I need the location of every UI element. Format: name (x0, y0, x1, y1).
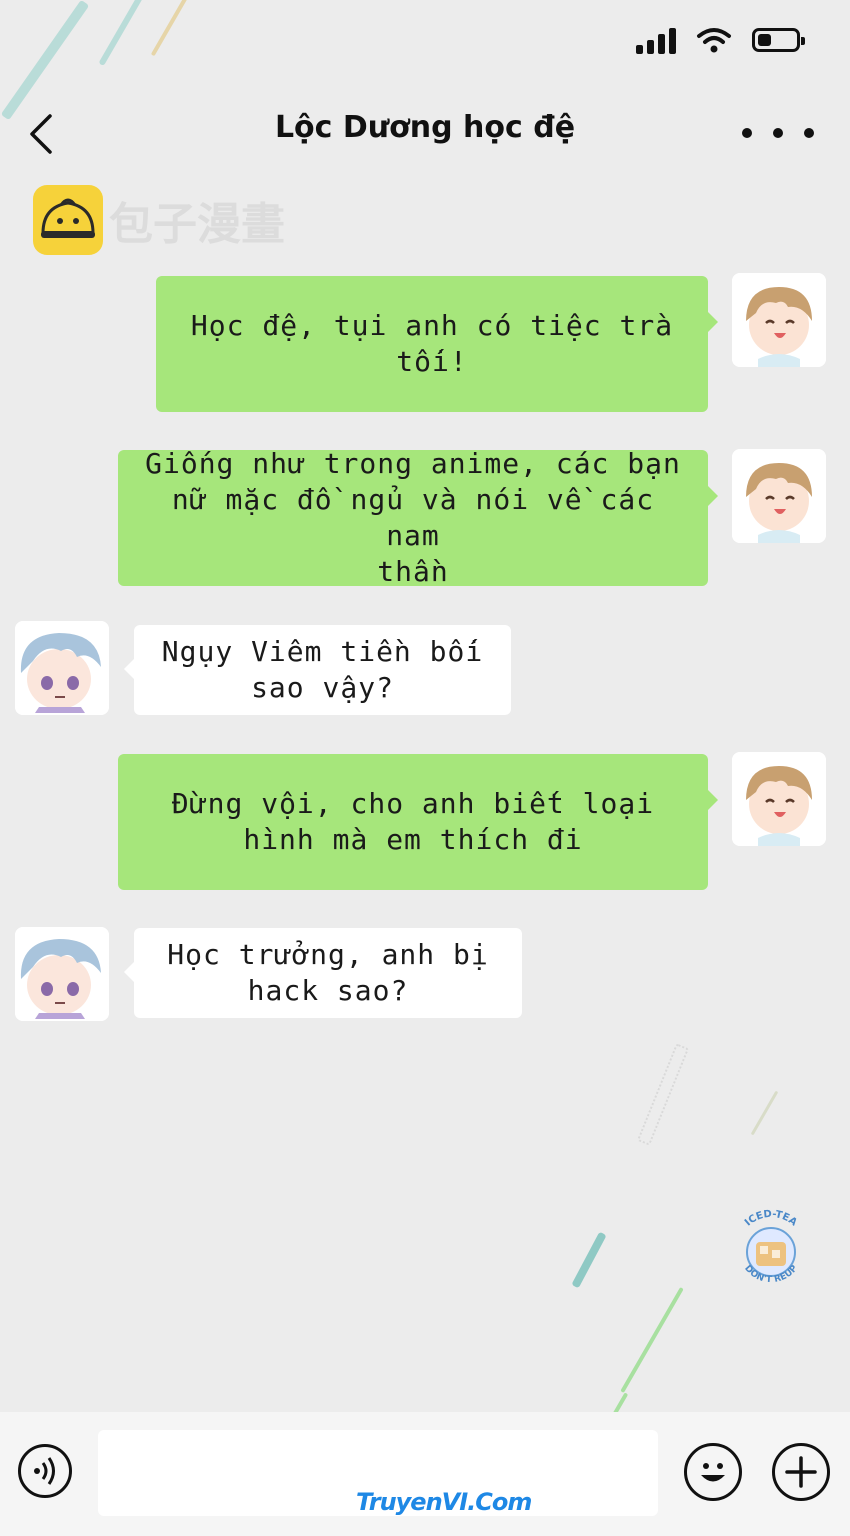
message-text: Học đệ, tụi anh có tiệc trà tối! (190, 309, 674, 378)
avatar[interactable] (732, 273, 826, 367)
decorative-stroke (636, 1043, 690, 1146)
decorative-stroke (620, 1287, 684, 1393)
message-bubble-sent[interactable]: Học đệ, tụi anh có tiệc trà tối! (156, 276, 718, 412)
avatar-boy-brown-hair-icon (732, 273, 826, 367)
site-logo: TruyenVI.Com (356, 1488, 532, 1516)
message-text: Đừng vội, cho anh biết loại hình mà em t… (171, 787, 655, 856)
chat-title: Lộc Dương học đệ (274, 110, 576, 145)
watermark: 包子漫畫 (33, 185, 285, 255)
message-text: Học trưởng, anh bị hack sao? (167, 938, 489, 1007)
message-bubble-received[interactable]: Học trưởng, anh bị hack sao? (124, 928, 522, 1018)
decorative-stroke (571, 1231, 607, 1289)
battery-icon (752, 28, 805, 52)
input-bar (0, 1412, 850, 1536)
decorative-stroke (98, 0, 144, 67)
more-dots-icon (742, 128, 752, 138)
avatar-boy-blue-hair-icon (15, 927, 109, 1021)
svg-text:ICED-TEA: ICED-TEA (743, 1209, 799, 1229)
avatar[interactable] (732, 449, 826, 543)
voice-icon (34, 1457, 55, 1485)
cellular-signal-icon (636, 26, 676, 54)
message-bubble-received[interactable]: Ngụy Viêm tiền bối sao vậy? (124, 625, 511, 715)
message-bubble-sent[interactable]: Giống như trong anime, các bạn nữ mặc đồ… (118, 447, 718, 588)
wifi-icon (697, 28, 731, 53)
emoji-button[interactable] (684, 1443, 742, 1501)
more-options-button[interactable] (742, 128, 814, 142)
avatar[interactable] (732, 752, 826, 846)
plus-icon (785, 1456, 817, 1488)
logo-top-text: ICED-TEA (743, 1209, 799, 1229)
voice-button[interactable] (18, 1444, 72, 1498)
decorative-stroke (750, 1090, 779, 1136)
chat-header: Lộc Dương học đệ (0, 100, 850, 164)
avatar-boy-brown-hair-icon (732, 449, 826, 543)
avatar-boy-brown-hair-icon (732, 752, 826, 846)
message-text: Ngụy Viêm tiền bối sao vậy? (161, 635, 484, 704)
avatar-boy-blue-hair-icon (15, 621, 109, 715)
emoji-icon (701, 1463, 725, 1482)
message-text: Giống như trong anime, các bạn nữ mặc đồ… (145, 447, 681, 588)
status-bar (636, 22, 805, 58)
add-button[interactable] (772, 1443, 830, 1501)
avatar[interactable] (15, 927, 109, 1021)
bun-logo-icon (33, 185, 103, 255)
avatar[interactable] (15, 621, 109, 715)
iced-tea-logo: ICED-TEA DON'T REUP (742, 1209, 800, 1285)
message-bubble-sent[interactable]: Đừng vội, cho anh biết loại hình mà em t… (118, 754, 718, 890)
watermark-text: 包子漫畫 (109, 199, 285, 250)
decorative-stroke (150, 0, 190, 57)
